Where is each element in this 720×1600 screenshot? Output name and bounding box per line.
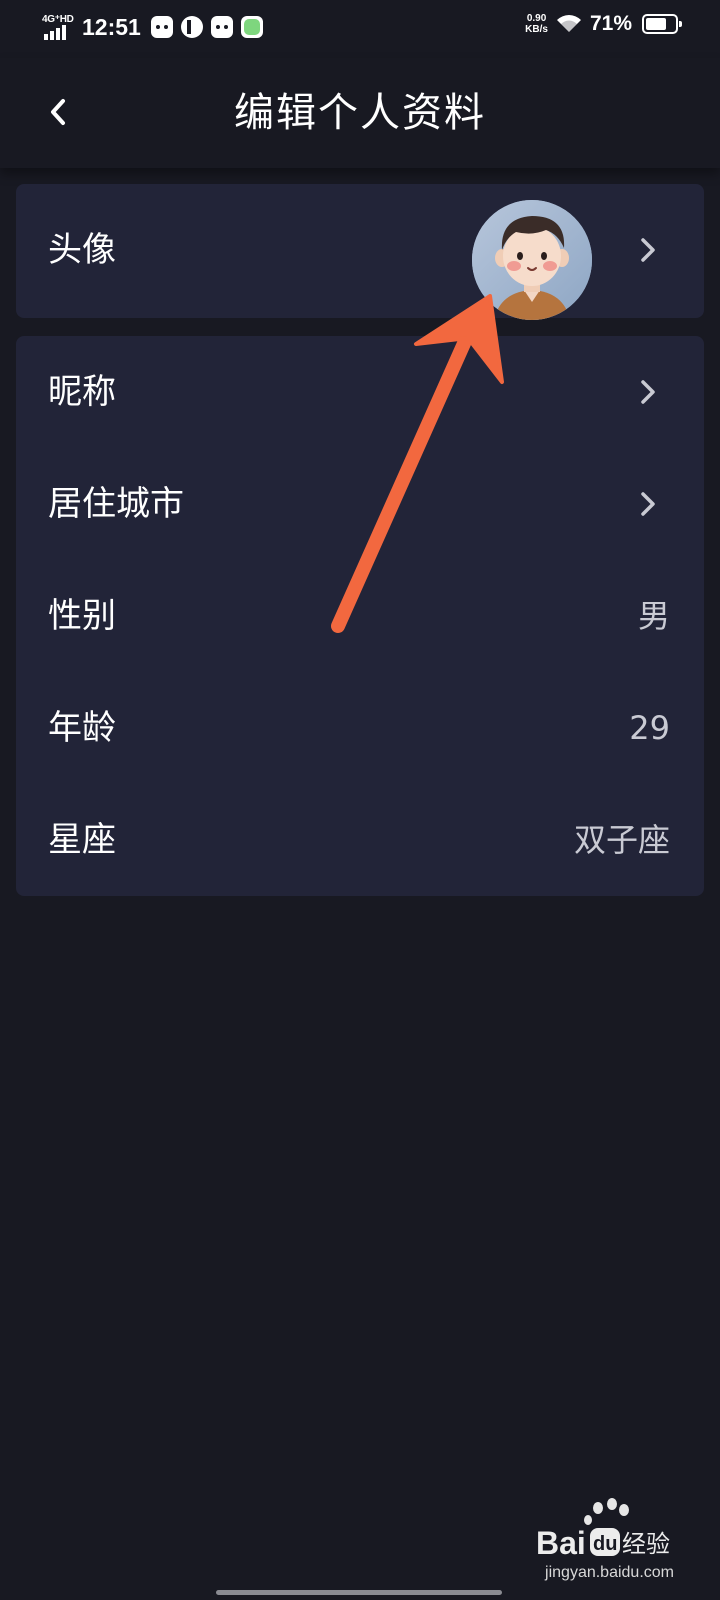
page-title: 编辑个人资料 [234, 90, 486, 136]
wifi-icon [556, 15, 581, 32]
age-row[interactable]: 年龄 29 [16, 672, 704, 784]
avatar[interactable] [472, 200, 592, 320]
android-app-icon [150, 16, 173, 38]
profile-info-card: 昵称 居住城市 性别 男 年龄 29 星座 双子座 [16, 336, 704, 896]
svg-text:du: du [593, 1533, 617, 1555]
baidu-jingyan-logo: Bai du 经验 [536, 1498, 670, 1561]
avatar-row[interactable]: 头像 [16, 194, 704, 320]
gender-label: 性别 [48, 596, 116, 636]
avatar-cartoon-image [472, 200, 592, 320]
zodiac-label: 星座 [48, 820, 116, 860]
network-type-label: 4G⁺HD [42, 14, 74, 25]
cellular-signal-icon: 4G⁺HD [42, 12, 76, 42]
svg-text:经验: 经验 [622, 1530, 670, 1558]
nickname-label: 昵称 [48, 372, 116, 412]
status-bar: 4G⁺HD 12:51 0.90 KB/s 71% [0, 0, 720, 58]
status-right: 0.90 KB/s 71% [525, 12, 682, 36]
status-left: 4G⁺HD 12:51 [42, 12, 271, 42]
green-app-icon [240, 16, 263, 38]
age-value: 29 [629, 709, 670, 747]
zodiac-row[interactable]: 星座 双子座 [16, 784, 704, 896]
network-speed-unit: KB/s [525, 24, 548, 35]
nickname-row[interactable]: 昵称 [16, 336, 704, 448]
chevron-right-icon [636, 448, 660, 560]
watermark-url: jingyan.baidu.com [545, 1564, 674, 1581]
gender-row[interactable]: 性别 男 [16, 560, 704, 672]
city-row[interactable]: 居住城市 [16, 448, 704, 560]
avatar-card: 头像 [16, 184, 704, 320]
network-speed-value: 0.90 [526, 13, 547, 24]
network-speed: 0.90 KB/s [525, 13, 548, 35]
battery-icon [642, 14, 682, 34]
zodiac-value: 双子座 [573, 821, 670, 859]
android-app-icon [210, 16, 233, 38]
chevron-right-icon [636, 336, 660, 448]
edit-profile-screen: 4G⁺HD 12:51 0.90 KB/s 71% 编辑个人资料 头像 昵称 居… [0, 0, 720, 1600]
lock-app-icon [180, 16, 203, 38]
avatar-label: 头像 [48, 230, 116, 270]
battery-percent: 71% [589, 12, 632, 35]
app-header: 编辑个人资料 [0, 58, 720, 168]
home-indicator[interactable] [216, 1590, 502, 1595]
svg-text:Bai: Bai [536, 1525, 586, 1561]
age-label: 年龄 [48, 708, 116, 748]
gender-value: 男 [637, 597, 670, 635]
chevron-right-icon [636, 194, 660, 306]
city-label: 居住城市 [48, 484, 184, 524]
clock-time: 12:51 [82, 13, 141, 40]
